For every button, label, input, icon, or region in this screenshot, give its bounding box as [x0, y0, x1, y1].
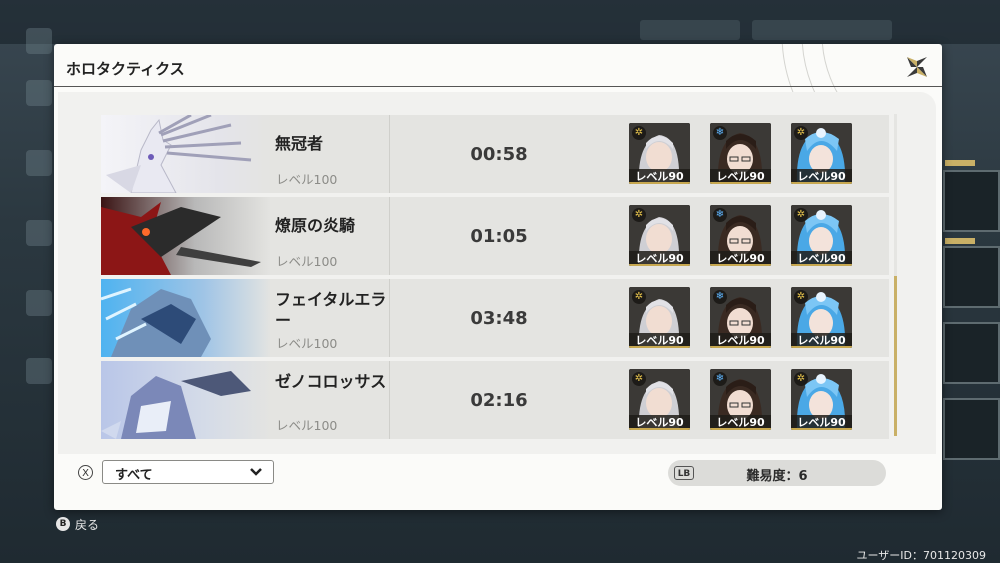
boss-portrait: [101, 197, 271, 275]
boss-name: ゼノコロッサス: [275, 372, 387, 391]
background-currency-chip: [640, 20, 740, 40]
team-member-card[interactable]: ✲ レベル90: [629, 123, 690, 184]
title-divider: [54, 86, 942, 87]
team-member-card[interactable]: ❄ レベル90: [710, 369, 771, 430]
sun-element-icon: ✲: [632, 372, 646, 386]
team-member-card[interactable]: ❄ レベル90: [710, 287, 771, 348]
team-member-card[interactable]: ❄ レベル90: [710, 123, 771, 184]
ice-element-icon: ❄: [713, 290, 727, 304]
clear-time: 02:16: [470, 390, 528, 411]
background-stamina-chip: [752, 20, 892, 40]
b-button-hint-icon: B: [56, 517, 70, 531]
character-level-bar: [629, 264, 690, 266]
background-menu-icon: [26, 28, 52, 54]
sun-element-icon: ✲: [794, 208, 808, 222]
clear-time: 00:58: [470, 144, 528, 165]
background-menu-icon: [26, 80, 52, 106]
character-level-bar: [710, 428, 771, 430]
character-level-bar: [791, 346, 852, 348]
dialog-title: ホロタクティクス: [66, 60, 185, 78]
boss-portrait: [101, 279, 271, 357]
row-divider: [389, 361, 390, 439]
team-member-card[interactable]: ✲ レベル90: [791, 369, 852, 430]
background-menu-icon: [26, 358, 52, 384]
character-level-bar: [710, 182, 771, 184]
boss-portrait: [101, 361, 271, 439]
character-level-bar: [629, 428, 690, 430]
background-card: [943, 398, 1000, 460]
background-menu-icon: [26, 290, 52, 316]
background-menu-icon: [26, 220, 52, 246]
ice-element-icon: ❄: [713, 372, 727, 386]
boss-name: 無冠者: [275, 134, 324, 153]
user-id: ユーザーID：701120309: [856, 549, 986, 562]
character-level-bar: [710, 346, 771, 348]
background-card: [943, 246, 1000, 308]
difficulty-selector[interactable]: LB 難易度：6: [668, 460, 886, 486]
clear-time: 01:05: [470, 226, 528, 247]
sun-element-icon: ✲: [632, 126, 646, 140]
row-divider: [389, 279, 390, 357]
character-level-bar: [791, 428, 852, 430]
scrollbar-thumb[interactable]: [894, 276, 897, 436]
record-row[interactable]: 無冠者 レベル100 00:58 ✲ レベル90 ❄ レベル90 ✲ レベル90: [101, 115, 889, 193]
holotactics-dialog: ホロタクティクス 無冠者 レベル100 00:58 ✲ レベル90 ❄ レベル9…: [54, 44, 942, 510]
boss-level: レベル100: [276, 336, 338, 351]
background-card-tag: [945, 160, 975, 166]
close-button[interactable]: [902, 52, 932, 82]
x-button-hint-icon: X: [78, 465, 93, 480]
team-member-card[interactable]: ✲ レベル90: [629, 369, 690, 430]
team-member-card[interactable]: ✲ レベル90: [791, 123, 852, 184]
difficulty-label: 難易度：6: [746, 469, 808, 484]
record-row[interactable]: 燎原の炎騎 レベル100 01:05 ✲ レベル90 ❄ レベル90 ✲ レベル…: [101, 197, 889, 275]
character-level-bar: [710, 264, 771, 266]
ice-element-icon: ❄: [713, 126, 727, 140]
boss-level: レベル100: [276, 254, 338, 269]
boss-name: 燎原の炎騎: [275, 216, 356, 235]
filter-value: すべて: [115, 468, 153, 483]
sun-element-icon: ✲: [794, 290, 808, 304]
clear-time: 03:48: [470, 308, 528, 329]
sun-element-icon: ✲: [632, 290, 646, 304]
character-level-bar: [791, 182, 852, 184]
team-member-card[interactable]: ✲ レベル90: [629, 205, 690, 266]
boss-level: レベル100: [276, 418, 338, 433]
boss-level: レベル100: [276, 172, 338, 187]
row-divider: [389, 115, 390, 193]
character-level-bar: [629, 346, 690, 348]
sun-element-icon: ✲: [794, 126, 808, 140]
character-level-bar: [629, 182, 690, 184]
background-card: [943, 170, 1000, 232]
character-level-bar: [791, 264, 852, 266]
team-member-card[interactable]: ✲ レベル90: [791, 205, 852, 266]
record-row[interactable]: ゼノコロッサス レベル100 02:16 ✲ レベル90 ❄ レベル90 ✲ レ…: [101, 361, 889, 439]
boss-portrait: [101, 115, 271, 193]
close-icon: [907, 57, 927, 77]
boss-name: フェイタルエラー: [275, 290, 387, 330]
chevron-down-icon: [250, 468, 262, 476]
team-member-card[interactable]: ✲ レベル90: [629, 287, 690, 348]
record-row[interactable]: フェイタルエラー レベル100 03:48 ✲ レベル90 ❄ レベル90 ✲ …: [101, 279, 889, 357]
ice-element-icon: ❄: [713, 208, 727, 222]
sun-element-icon: ✲: [794, 372, 808, 386]
team-member-card[interactable]: ✲ レベル90: [791, 287, 852, 348]
row-divider: [389, 197, 390, 275]
sun-element-icon: ✲: [632, 208, 646, 222]
team-member-card[interactable]: ❄ レベル90: [710, 205, 771, 266]
filter-dropdown[interactable]: すべて: [102, 460, 274, 484]
back-button[interactable]: 戻る: [75, 516, 99, 533]
background-card-tag: [945, 238, 975, 244]
background-card: [943, 322, 1000, 384]
background-menu-icon: [26, 150, 52, 176]
